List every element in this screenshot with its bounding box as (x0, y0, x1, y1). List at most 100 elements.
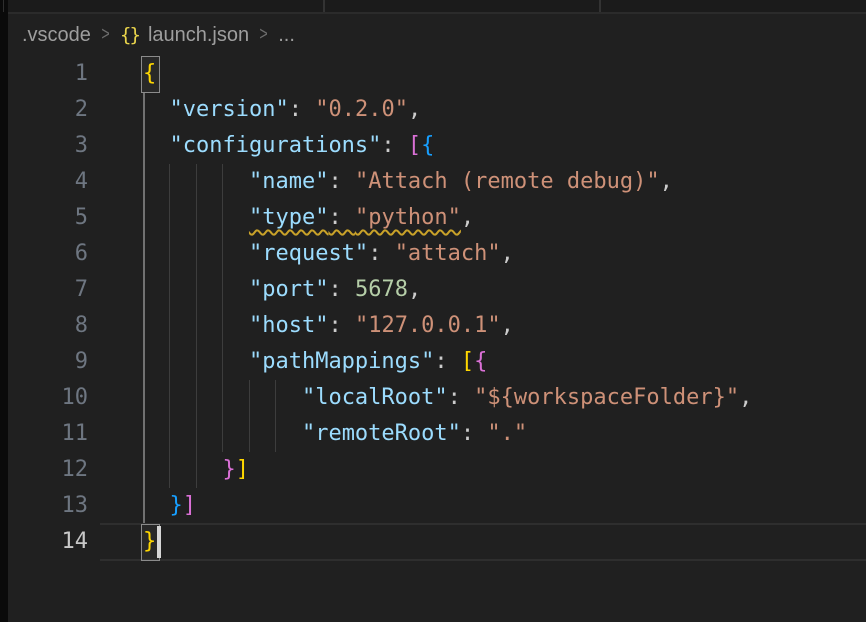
indent-whitespace (143, 277, 249, 302)
code-line-2[interactable]: "version": "0.2.0", (143, 92, 421, 128)
code-token: "remoteRoot" (302, 421, 461, 446)
indent-whitespace (143, 169, 249, 194)
line-number[interactable]: 3 (8, 128, 88, 164)
code-token: , (739, 385, 752, 410)
text-cursor (157, 526, 161, 558)
code-line-3[interactable]: "configurations": [{ (143, 128, 434, 164)
code-line-7[interactable]: "port": 5678, (143, 272, 421, 308)
code-token: "python" (355, 205, 461, 230)
window-left-edge-separator (3, 0, 4, 12)
code-line-10[interactable]: "localRoot": "${workspaceFolder}", (143, 380, 752, 416)
breadcrumb-file[interactable]: launch.json (148, 24, 249, 47)
code-token: "attach" (395, 241, 501, 266)
code-line-11[interactable]: "remoteRoot": "." (143, 416, 527, 452)
code-line-9[interactable]: "pathMappings": [{ (143, 344, 487, 380)
editor-tab-bar (8, 0, 866, 14)
code-token: , (408, 277, 421, 302)
line-number[interactable]: 6 (8, 236, 88, 272)
code-token: , (461, 205, 474, 230)
chevron-right-icon: > (101, 24, 109, 46)
breadcrumb: .vscode > {} launch.json > ... (22, 21, 295, 49)
line-number[interactable]: 13 (8, 488, 88, 524)
tab-separator (599, 0, 601, 12)
code-token: "configurations" (170, 133, 382, 158)
code-token: "0.2.0" (315, 97, 408, 122)
line-number[interactable]: 5 (8, 200, 88, 236)
code-line-14[interactable]: } (143, 524, 156, 560)
code-token: "type" (249, 205, 328, 230)
line-number[interactable]: 1 (8, 56, 88, 92)
json-braces-icon: {} (120, 24, 139, 46)
window-left-edge (0, 0, 8, 622)
indent-whitespace (143, 493, 170, 518)
code-token: "localRoot" (302, 385, 448, 410)
code-token: : (381, 133, 408, 158)
code-token: "request" (249, 241, 368, 266)
line-number[interactable]: 10 (8, 380, 88, 416)
code-token: : (328, 205, 355, 230)
code-line-4[interactable]: "name": "Attach (remote debug)", (143, 164, 673, 200)
chevron-right-icon: > (260, 24, 268, 46)
code-token: "pathMappings" (249, 349, 434, 374)
code-token: : (328, 277, 355, 302)
breadcrumb-folder[interactable]: .vscode (22, 24, 91, 47)
code-token: : (328, 313, 355, 338)
code-token: { (143, 61, 156, 86)
code-token: , (501, 241, 514, 266)
line-number[interactable]: 7 (8, 272, 88, 308)
code-token: : (368, 241, 395, 266)
indent-whitespace (143, 133, 170, 158)
code-line-6[interactable]: "request": "attach", (143, 236, 514, 272)
vscode-window: .vscode > {} launch.json > ... 1 {2 "vers… (0, 0, 866, 622)
line-number[interactable]: 2 (8, 92, 88, 128)
line-number[interactable]: 9 (8, 344, 88, 380)
code-line-1[interactable]: { (143, 56, 156, 92)
code-token: "name" (249, 169, 328, 194)
indent-whitespace (143, 97, 170, 122)
line-number[interactable]: 8 (8, 308, 88, 344)
code-token: , (408, 97, 421, 122)
code-token: "host" (249, 313, 328, 338)
code-token: , (501, 313, 514, 338)
indent-whitespace (143, 385, 302, 410)
code-token: "." (487, 421, 527, 446)
code-token: "127.0.0.1" (355, 313, 501, 338)
code-token: "${workspaceFolder}" (474, 385, 739, 410)
code-token: "port" (249, 277, 328, 302)
indent-whitespace (143, 313, 249, 338)
line-number[interactable]: 4 (8, 164, 88, 200)
code-token: : (461, 421, 488, 446)
breadcrumb-symbol[interactable]: ... (278, 24, 295, 47)
code-token: : (434, 349, 461, 374)
code-token: [ (408, 133, 421, 158)
code-token: } (222, 457, 235, 482)
code-token: } (170, 493, 183, 518)
indent-whitespace (143, 205, 249, 230)
code-token: { (474, 349, 487, 374)
code-line-5[interactable]: "type": "python", (143, 200, 474, 236)
code-token: ] (183, 493, 196, 518)
indent-whitespace (143, 421, 302, 446)
current-line-highlight-bottom (100, 559, 866, 561)
code-token: : (328, 169, 355, 194)
indent-whitespace (143, 457, 222, 482)
code-token: : (289, 97, 316, 122)
code-line-8[interactable]: "host": "127.0.0.1", (143, 308, 514, 344)
code-token: 5678 (355, 277, 408, 302)
code-token: } (143, 529, 156, 554)
indent-whitespace (143, 349, 249, 374)
line-number[interactable]: 11 (8, 416, 88, 452)
code-token: ] (236, 457, 249, 482)
code-token: , (660, 169, 673, 194)
code-line-13[interactable]: }] (143, 488, 196, 524)
code-editor[interactable]: 1 {2 "version": "0.2.0", 3 "configurations… (8, 14, 866, 622)
current-line-highlight-top (100, 523, 866, 525)
line-number[interactable]: 12 (8, 452, 88, 488)
code-token: [ (461, 349, 474, 374)
code-line-12[interactable]: }] (143, 452, 249, 488)
line-number[interactable]: 14 (8, 524, 88, 560)
code-token: "version" (170, 97, 289, 122)
code-token: "Attach (remote debug)" (355, 169, 660, 194)
indent-whitespace (143, 241, 249, 266)
code-token: { (421, 133, 434, 158)
